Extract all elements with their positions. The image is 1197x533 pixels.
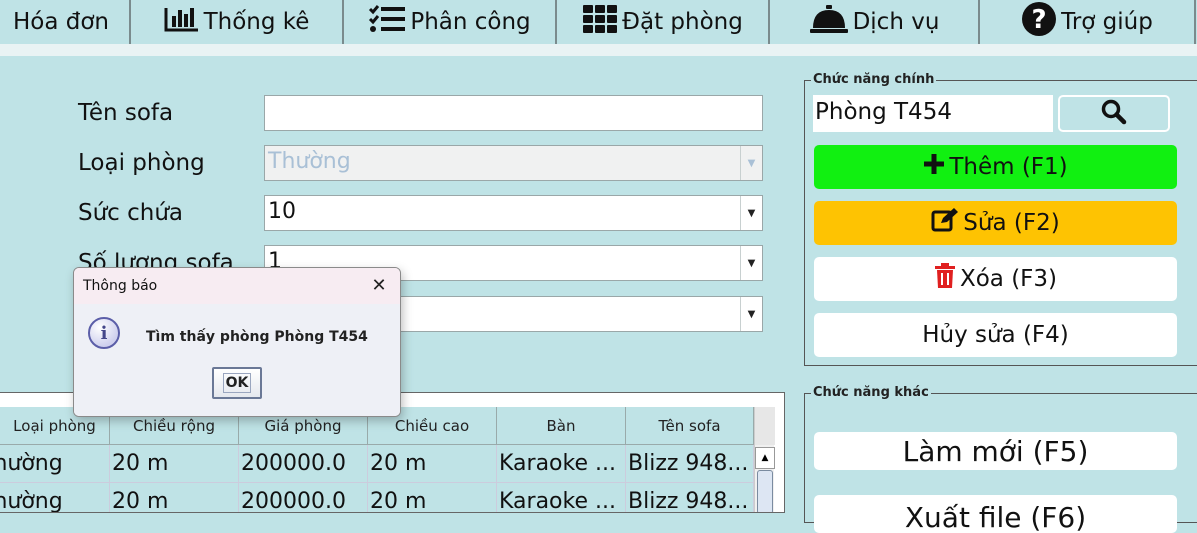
capacity-label: Sức chứa: [78, 200, 184, 226]
chevron-down-icon[interactable]: ▼: [740, 196, 762, 230]
nav-invoice-label: Hóa đơn: [12, 9, 110, 35]
table-cell[interactable]: 200000.0: [239, 445, 368, 483]
table-cell[interactable]: Blizz 948...: [626, 445, 754, 483]
cancel-edit-button[interactable]: Hủy sửa (F4): [814, 313, 1177, 357]
sofa-name-input[interactable]: [264, 95, 763, 131]
table-cell[interactable]: Karaoke ...: [497, 483, 626, 512]
add-button-label: Thêm (F1): [949, 154, 1068, 180]
table-scrollbar[interactable]: ▲: [754, 407, 775, 512]
checklist-icon: [368, 5, 406, 39]
sofa-name-label: Tên sofa: [78, 100, 174, 126]
service-bell-icon: [809, 4, 849, 40]
nav-service-label: Dịch vụ: [852, 9, 940, 35]
bar-chart-icon: [164, 6, 200, 38]
delete-button-label: Xóa (F3): [959, 266, 1058, 292]
table-cell[interactable]: Thường: [0, 445, 110, 483]
other-functions-title: Chức năng khác: [811, 385, 931, 400]
chevron-down-icon[interactable]: ▼: [740, 297, 762, 331]
grid-icon: [582, 4, 618, 40]
table-cell[interactable]: 20 m: [110, 483, 239, 512]
plus-icon: [923, 153, 945, 181]
table-cell[interactable]: Karaoke ...: [497, 445, 626, 483]
chevron-down-icon: ▼: [740, 146, 762, 180]
nav-divider: [1194, 0, 1196, 44]
close-icon[interactable]: ✕: [366, 272, 392, 298]
nav-help[interactable]: ? Trợ giúp: [980, 0, 1194, 44]
dialog-message: Tìm thấy phòng Phòng T454: [146, 329, 368, 345]
room-type-label: Loại phòng: [78, 150, 205, 176]
svg-text:?: ?: [1032, 5, 1047, 35]
nav-invoice[interactable]: Hóa đơn: [0, 0, 126, 44]
nav-booking[interactable]: Đặt phòng: [557, 0, 768, 44]
nav-assignment[interactable]: Phân công: [344, 0, 555, 44]
nav-statistics-label: Thống kê: [203, 9, 310, 35]
table-cell[interactable]: Blizz 948...: [626, 483, 754, 512]
search-value: Phòng T454: [815, 99, 952, 125]
dialog-title: Thông báo: [74, 268, 400, 304]
scrollbar-thumb[interactable]: [757, 470, 773, 512]
top-nav: Hóa đơn Thống kê Phân công Đặt phòng Dịc…: [0, 0, 1197, 44]
nav-assignment-label: Phân công: [410, 9, 531, 35]
chevron-down-icon[interactable]: ▼: [740, 246, 762, 280]
trash-icon: [934, 263, 956, 295]
notification-dialog: Thông báo ✕ i Tìm thấy phòng Phòng T454 …: [73, 267, 401, 417]
search-icon: [1101, 99, 1127, 129]
room-type-select[interactable]: Thường ▼: [264, 145, 763, 181]
table-cell[interactable]: 20 m: [110, 445, 239, 483]
table-cell[interactable]: Thường: [0, 483, 110, 512]
refresh-button-label: Làm mới (F5): [902, 434, 1089, 468]
table-cell[interactable]: 20 m: [368, 445, 497, 483]
edit-icon: [931, 207, 959, 239]
nav-service[interactable]: Dịch vụ: [770, 0, 978, 44]
table-cell[interactable]: 20 m: [368, 483, 497, 512]
export-button-label: Xuất file (F6): [904, 501, 1087, 533]
room-type-value: Thường: [268, 149, 351, 174]
ok-button-label: OK: [222, 373, 252, 393]
cancel-edit-label: Hủy sửa (F4): [922, 322, 1069, 348]
nav-booking-label: Đặt phòng: [622, 9, 743, 35]
capacity-select[interactable]: 10 ▼: [264, 195, 763, 231]
edit-button-label: Sửa (F2): [963, 210, 1060, 236]
delete-button[interactable]: Xóa (F3): [814, 257, 1177, 301]
capacity-value: 10: [268, 199, 296, 224]
main-functions-title: Chức năng chính: [811, 72, 937, 87]
table-cell[interactable]: 200000.0: [239, 483, 368, 512]
column-header[interactable]: Bàn: [497, 407, 626, 445]
help-icon: ?: [1021, 1, 1057, 43]
search-input[interactable]: Phòng T454: [813, 95, 1053, 132]
nav-help-label: Trợ giúp: [1061, 9, 1153, 35]
refresh-button[interactable]: Làm mới (F5): [814, 432, 1177, 470]
scroll-up-arrow-icon[interactable]: ▲: [755, 447, 775, 469]
export-button[interactable]: Xuất file (F6): [814, 495, 1177, 533]
add-button[interactable]: Thêm (F1): [814, 145, 1177, 189]
dialog-body: i Tìm thấy phòng Phòng T454 OK: [74, 304, 400, 416]
edit-button[interactable]: Sửa (F2): [814, 201, 1177, 245]
column-header[interactable]: Tên sofa: [626, 407, 754, 445]
info-icon: i: [88, 317, 120, 349]
nav-underline: [0, 44, 1197, 56]
ok-button[interactable]: OK: [212, 367, 262, 399]
search-button[interactable]: [1058, 95, 1170, 132]
nav-statistics[interactable]: Thống kê: [131, 0, 342, 44]
scrollbar-corner: [755, 407, 775, 445]
